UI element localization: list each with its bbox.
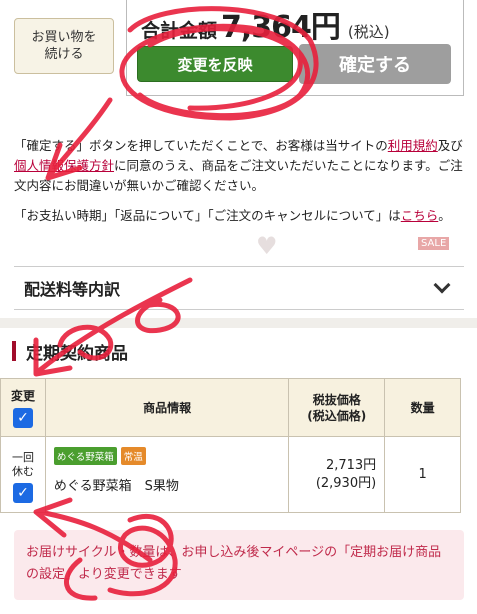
checkmark-icon: ✓ xyxy=(17,484,29,501)
product-tags: めぐる野菜箱 常温 xyxy=(53,447,280,465)
section-divider xyxy=(0,318,477,328)
product-info-cell: めぐる野菜箱 常温 めぐる野菜箱 S果物 xyxy=(44,436,290,513)
quantity-cell: 1 xyxy=(384,436,461,513)
policy-notice: 「お支払い時期」「返品について」「ご注文のキャンセルについて」はこちら。 xyxy=(14,206,466,226)
total-amount: 7,364円 xyxy=(221,10,341,45)
continue-shopping-button[interactable]: お買い物を 続ける xyxy=(14,18,114,74)
storage-tag: 常温 xyxy=(120,447,146,465)
shipping-breakdown-toggle[interactable]: 配送料等内訳 xyxy=(14,266,464,310)
subscription-section-title: 定期契約商品 xyxy=(26,343,128,364)
price-cell: 2,713円 (2,930円) xyxy=(288,436,386,513)
product-name[interactable]: めぐる野菜箱 S果物 xyxy=(54,475,280,494)
shipping-breakdown-title: 配送料等内訳 xyxy=(24,280,121,299)
table-row: 一回 休む ✓ めぐる野菜箱 常温 めぐる野菜箱 S果物 2,713円 (2,9… xyxy=(0,436,461,513)
confirm-order-button[interactable]: 確定する xyxy=(299,44,451,84)
sale-badge: SALE xyxy=(418,237,450,250)
subscription-info-text: お届けサイクル・数量は、お申し込み後マイページの「定期お届け商品の設定」より変更… xyxy=(26,545,442,582)
notice-text: 「お支払い時期」「返品について」「ご注文のキャンセルについて」は xyxy=(14,208,401,223)
total-line: 合計金額 7,364円 (税込) xyxy=(141,2,390,46)
category-tag: めぐる野菜箱 xyxy=(53,447,117,465)
total-label: 合計金額 xyxy=(141,20,218,42)
total-tax-note: (税込) xyxy=(347,23,390,41)
terms-link[interactable]: 利用規約 xyxy=(388,138,438,153)
change-header-label: 変更 xyxy=(10,388,35,403)
privacy-policy-link[interactable]: 個人情報保護方針 xyxy=(14,158,114,173)
notice-text: 及び xyxy=(437,138,463,153)
skip-once-cell: 一回 休む ✓ xyxy=(0,436,46,513)
order-summary-bar: お買い物を 続ける 合計金額 7,364円 (税込) 変更を反映 確定する xyxy=(0,0,477,112)
policy-details-link[interactable]: こちら xyxy=(401,208,439,223)
heading-accent-bar xyxy=(12,341,16,361)
subscription-info-box: お届けサイクル・数量は、お申し込み後マイページの「定期お届け商品の設定」より変更… xyxy=(14,530,464,600)
change-column-header: 変更 ✓ xyxy=(0,378,46,437)
product-info-header: 商品情報 xyxy=(44,378,290,437)
price-incl-tax: (2,930円) xyxy=(315,475,377,491)
table-header-row: 変更 ✓ 商品情報 税抜価格 (税込価格) 数量 xyxy=(0,378,461,437)
apply-changes-button[interactable]: 変更を反映 xyxy=(137,46,293,82)
price-excl-tax: 2,713円 xyxy=(325,457,377,473)
heart-icon: ♥ xyxy=(256,232,278,260)
notice-text: 「確定する」ボタンを押していただくことで、お客様は当サイトの xyxy=(14,138,388,153)
quantity-header: 数量 xyxy=(384,378,461,437)
skip-once-checkbox[interactable]: ✓ xyxy=(12,482,33,503)
notice-text: 。 xyxy=(438,208,451,223)
order-total-box: 合計金額 7,364円 (税込) 変更を反映 確定する xyxy=(126,0,464,96)
checkmark-icon: ✓ xyxy=(17,409,29,426)
skip-once-label: 一回 休む xyxy=(11,450,34,478)
chevron-down-icon xyxy=(433,276,451,294)
select-all-checkbox[interactable]: ✓ xyxy=(12,407,33,428)
price-header: 税抜価格 (税込価格) xyxy=(288,378,386,437)
subscription-table: 変更 ✓ 商品情報 税抜価格 (税込価格) 数量 一回 休む ✓ めぐる野菜箱 … xyxy=(0,378,461,513)
subscription-section-heading: 定期契約商品 xyxy=(12,340,128,364)
agreement-notice: 「確定する」ボタンを押していただくことで、お客様は当サイトの利用規約及び個人情報… xyxy=(14,136,466,196)
